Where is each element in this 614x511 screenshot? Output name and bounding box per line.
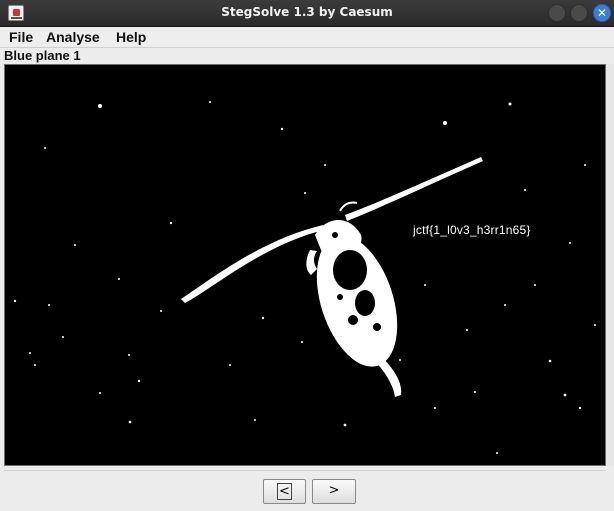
title-bar: StegSolve 1.3 by Caesum ✕	[0, 0, 614, 27]
prev-glyph: <	[277, 483, 292, 500]
menu-analyse[interactable]: Analyse	[46, 29, 100, 45]
maximize-button[interactable]	[570, 4, 588, 22]
next-plane-button[interactable]: >	[312, 479, 356, 504]
bit-plane-image	[13, 101, 596, 454]
minimize-button[interactable]	[548, 4, 566, 22]
vertical-scrollbar[interactable]	[606, 64, 614, 466]
image-canvas[interactable]: jctf{1_l0v3_h3rr1n65}	[4, 64, 606, 466]
close-icon: ✕	[596, 6, 608, 20]
menu-file[interactable]: File	[9, 29, 33, 45]
menu-help[interactable]: Help	[116, 29, 146, 45]
window-title: StegSolve 1.3 by Caesum	[221, 5, 393, 19]
close-button[interactable]: ✕	[593, 4, 611, 22]
menu-bar: File Analyse Help	[0, 27, 614, 48]
hidden-flag-text: jctf{1_l0v3_h3rr1n65}	[413, 223, 531, 237]
navigation-panel: < >	[4, 470, 606, 511]
previous-plane-button[interactable]: <	[263, 479, 306, 504]
plane-label: Blue plane 1	[4, 48, 81, 63]
